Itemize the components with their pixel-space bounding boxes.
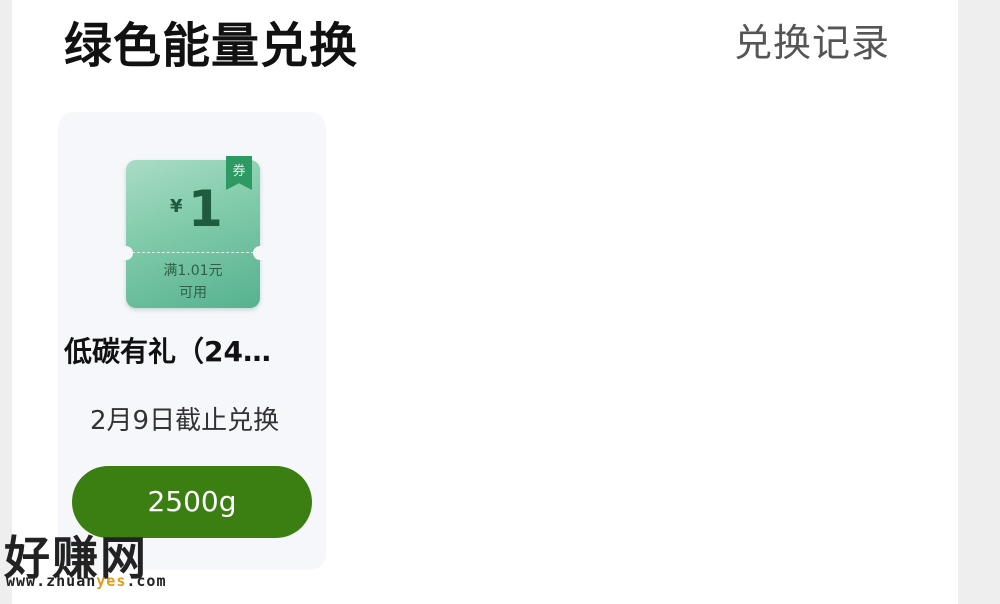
- product-card[interactable]: 券 ¥ 1 满1.01元 可用 低碳有礼（24… 2月9日截止兑换 2500g: [58, 112, 326, 570]
- coupon-badge-ribbon: 券: [226, 156, 252, 190]
- watermark-url-highlight: yes: [96, 572, 127, 590]
- coupon-image: 券 ¥ 1 满1.01元 可用: [119, 156, 267, 308]
- product-deadline: 2月9日截止兑换: [90, 406, 280, 436]
- watermark-url: www.zhuanyes.com: [6, 572, 167, 590]
- coupon-badge-text: 券: [232, 164, 246, 179]
- coupon-condition-line1: 满1.01元: [163, 263, 223, 279]
- exchange-records-link[interactable]: 兑换记录: [734, 12, 890, 67]
- coupon-notch-right: [253, 246, 267, 260]
- coupon-notch-left: [119, 246, 133, 260]
- coupon-amount: 1: [188, 180, 223, 238]
- product-name: 低碳有礼（24…: [64, 335, 271, 368]
- coupon-perforation: [132, 252, 254, 253]
- coupon-condition-line2: 可用: [179, 285, 207, 301]
- watermark-url-prefix: www.zhuan: [6, 572, 97, 590]
- coupon-condition: 满1.01元 可用: [126, 260, 260, 304]
- page-title: 绿色能量兑换: [64, 18, 359, 74]
- watermark-url-suffix: .com: [126, 572, 167, 590]
- coupon-currency-symbol: ¥: [170, 196, 183, 217]
- watermark-logo: 好赚网 www.zhuanyes.com: [4, 522, 194, 592]
